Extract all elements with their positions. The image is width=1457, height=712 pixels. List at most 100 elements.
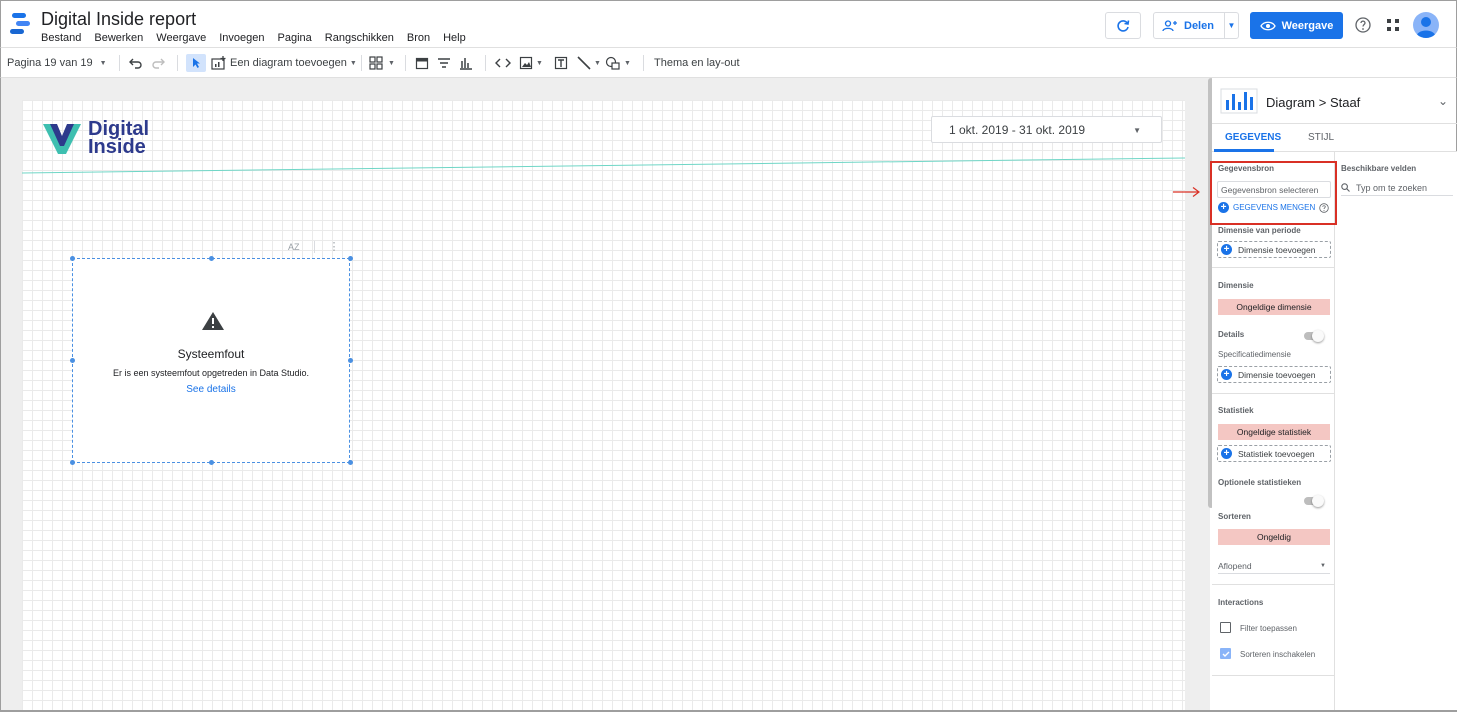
page-indicator: Pagina 19 van 19: [7, 57, 93, 69]
available-fields-label: Beschikbare velden: [1341, 164, 1417, 173]
resize-handle[interactable]: [70, 256, 75, 261]
report-page[interactable]: Digital Inside 1 okt. 2019 - 31 okt. 201…: [22, 100, 1185, 712]
see-details-link[interactable]: See details: [73, 384, 349, 395]
share-dropdown-icon[interactable]: ▼: [1224, 13, 1238, 38]
resize-handle[interactable]: [209, 460, 214, 465]
date-range-value: 1 okt. 2019 - 31 okt. 2019: [949, 122, 1086, 137]
apply-filter-label: Filter toepassen: [1240, 624, 1297, 633]
details-toggle[interactable]: [1304, 330, 1324, 342]
add-date-dimension-button[interactable]: + Dimensie toevoegen: [1217, 241, 1331, 258]
refresh-icon: [1117, 19, 1130, 32]
embed-url-icon[interactable]: [495, 54, 511, 72]
invalid-sort-text: Ongeldig: [1256, 532, 1292, 542]
cursor-icon: [193, 58, 200, 68]
sort-order-value: Aflopend: [1218, 560, 1252, 571]
add-breakdown-dimension-button[interactable]: + Dimensie toevoegen: [1217, 366, 1331, 383]
sort-az-icon[interactable]: AZ: [288, 242, 300, 252]
chevron-down-icon: ▼: [388, 59, 395, 67]
line-button[interactable]: ▼: [577, 54, 601, 72]
invalid-sort-chip[interactable]: Ongeldig: [1218, 529, 1330, 545]
add-chart-button[interactable]: Een diagram toevoegen ▼: [211, 54, 357, 72]
highlight-box: [1210, 161, 1337, 225]
add-chart-label: Een diagram toevoegen: [230, 57, 347, 69]
text-box-icon[interactable]: [554, 54, 568, 72]
menu-file[interactable]: Bestand: [41, 32, 81, 44]
app-header: Digital Inside report Bestand Bewerken W…: [0, 0, 1457, 48]
enable-sort-checkbox[interactable]: [1220, 648, 1231, 659]
resize-handle[interactable]: [70, 460, 75, 465]
menu-help[interactable]: Help: [443, 32, 466, 44]
panel-tabs: GEGEVENS STIJL: [1212, 124, 1457, 152]
chevron-down-icon: ▼: [1133, 126, 1141, 135]
editor-toolbar: Pagina 19 van 19 ▼ Een diagram toevoegen…: [0, 48, 1457, 78]
optional-metrics-toggle[interactable]: [1304, 495, 1324, 507]
resize-handle[interactable]: [348, 460, 353, 465]
plus-icon: +: [1221, 448, 1232, 459]
theme-layout-button[interactable]: Thema en lay-out: [654, 54, 740, 72]
page-selector[interactable]: Pagina 19 van 19 ▼: [7, 54, 107, 72]
date-range-control[interactable]: 1 okt. 2019 - 31 okt. 2019 ▼: [931, 116, 1162, 143]
tab-data[interactable]: GEGEVENS: [1225, 132, 1281, 143]
menu-insert[interactable]: Invoegen: [219, 32, 264, 44]
dimension-label: Dimensie: [1218, 281, 1254, 290]
share-button[interactable]: Delen ▼: [1153, 12, 1239, 39]
community-viz-button[interactable]: ▼: [369, 54, 395, 72]
menu-resource[interactable]: Bron: [407, 32, 430, 44]
menu-bar: Bestand Bewerken Weergave Invoegen Pagin…: [41, 32, 466, 44]
menu-edit[interactable]: Bewerken: [94, 32, 143, 44]
report-canvas: Digital Inside 1 okt. 2019 - 31 okt. 201…: [0, 78, 1210, 712]
chevron-down-icon: ▼: [99, 59, 107, 67]
image-icon: [519, 56, 533, 70]
eye-icon: [1259, 21, 1276, 30]
filter-control-icon[interactable]: [437, 54, 451, 72]
more-options-icon[interactable]: ⋮: [329, 240, 340, 253]
redo-icon[interactable]: [151, 54, 165, 72]
apply-filter-checkbox[interactable]: [1220, 622, 1231, 633]
menu-page[interactable]: Pagina: [278, 32, 312, 44]
date-range-control-icon[interactable]: [415, 54, 429, 72]
available-fields-column: Beschikbare velden Typ om te zoeken: [1335, 152, 1457, 712]
shape-button[interactable]: ▼: [605, 54, 631, 72]
refresh-button[interactable]: [1105, 12, 1141, 39]
user-avatar[interactable]: [1413, 12, 1439, 38]
bar-chart-component[interactable]: Systeemfout Er is een systeemfout opgetr…: [70, 256, 353, 465]
chevron-down-icon: ▼: [1320, 562, 1326, 569]
invalid-metric-chip[interactable]: Ongeldige statistiek: [1218, 424, 1330, 440]
details-label: Details: [1218, 330, 1245, 339]
sort-label: Sorteren: [1218, 512, 1251, 521]
image-button[interactable]: ▼: [519, 54, 543, 72]
data-control-icon[interactable]: [459, 54, 473, 72]
plus-icon: +: [1221, 244, 1232, 255]
undo-icon[interactable]: [129, 54, 143, 72]
chevron-down-icon[interactable]: ⌄: [1438, 94, 1448, 108]
check-icon: [1222, 651, 1230, 657]
select-tool-button[interactable]: [186, 54, 206, 72]
view-label: Weergave: [1281, 19, 1334, 32]
bar-chart-icon: [1220, 88, 1258, 114]
chart-type-header[interactable]: Diagram > Staaf ⌄: [1212, 78, 1457, 124]
view-button[interactable]: Weergave: [1250, 12, 1343, 39]
add-dimension-label: Dimensie toevoegen: [1238, 369, 1316, 380]
components-icon: [369, 56, 383, 70]
tab-style[interactable]: STIJL: [1308, 132, 1334, 143]
search-icon: [1341, 183, 1350, 192]
report-title[interactable]: Digital Inside report: [41, 9, 196, 30]
apps-grid-icon[interactable]: [1383, 15, 1403, 35]
menu-arrange[interactable]: Rangschikken: [325, 32, 394, 44]
add-metric-button[interactable]: + Statistiek toevoegen: [1217, 445, 1331, 462]
field-search-placeholder: Typ om te zoeken: [1356, 182, 1428, 193]
data-studio-logo-icon: [10, 13, 30, 34]
data-settings-column: Gegevensbron Gegevensbron selecteren + G…: [1212, 152, 1335, 712]
help-icon[interactable]: [1353, 15, 1373, 35]
chevron-down-icon: ▼: [594, 59, 601, 67]
resize-handle[interactable]: [209, 256, 214, 261]
sort-order-select[interactable]: Aflopend ▼: [1218, 558, 1330, 574]
invalid-dimension-chip[interactable]: Ongeldige dimensie: [1218, 299, 1330, 315]
add-chart-icon: [211, 56, 226, 70]
plus-icon: +: [1221, 369, 1232, 380]
field-search[interactable]: Typ om te zoeken: [1341, 180, 1453, 196]
resize-handle[interactable]: [348, 256, 353, 261]
menu-view[interactable]: Weergave: [156, 32, 206, 44]
enable-sort-label: Sorteren inschakelen: [1240, 650, 1316, 659]
add-dimension-label: Dimensie toevoegen: [1238, 244, 1316, 255]
